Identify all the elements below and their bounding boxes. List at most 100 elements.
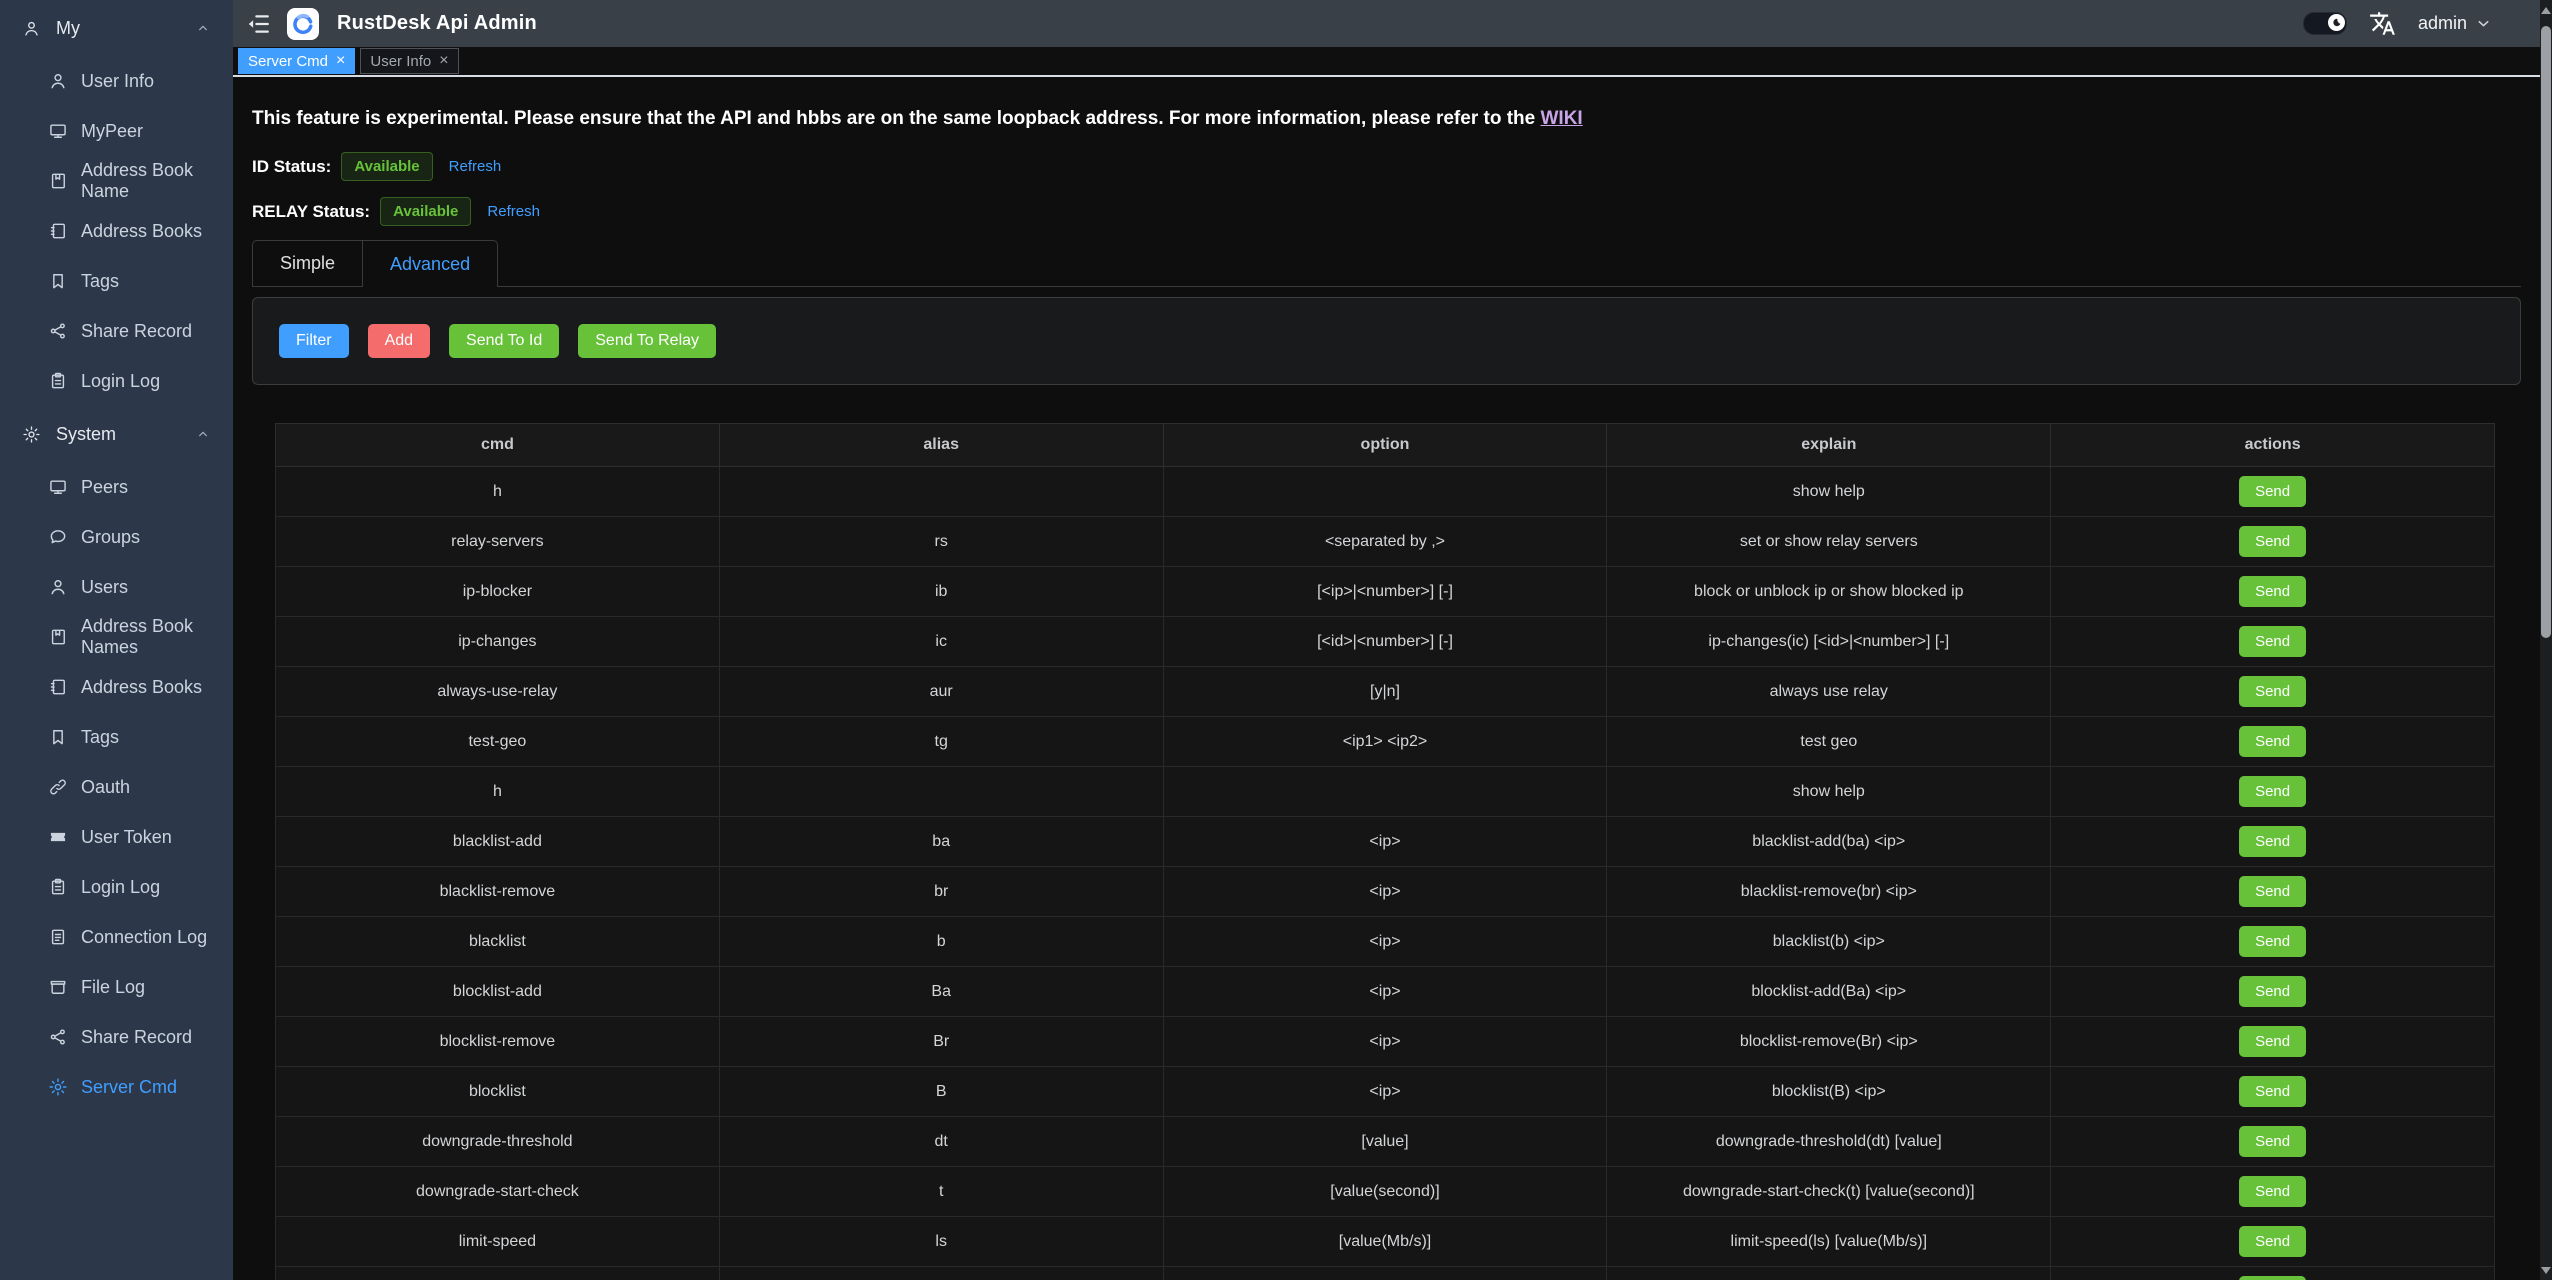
cell-explain: blacklist-remove(br) <ip> bbox=[1607, 867, 2051, 917]
cell-actions: Send bbox=[2051, 1267, 2495, 1280]
cell-explain: blocklist(B) <ip> bbox=[1607, 1067, 2051, 1117]
user-menu[interactable]: admin bbox=[2418, 13, 2492, 34]
sidebar-item-share-record[interactable]: Share Record bbox=[0, 306, 233, 356]
send-button[interactable]: Send bbox=[2239, 476, 2306, 507]
filter-button[interactable]: Filter bbox=[279, 324, 349, 358]
cell-cmd: always-use-relay bbox=[276, 667, 720, 717]
sidebar-item-mypeer[interactable]: MyPeer bbox=[0, 106, 233, 156]
column-header-option: option bbox=[1163, 424, 1607, 467]
tab-server-cmd[interactable]: Server Cmd× bbox=[238, 48, 355, 74]
cell-actions: Send bbox=[2051, 767, 2495, 817]
table-row: hshow helpSend bbox=[276, 767, 2495, 817]
wiki-link[interactable]: WIKI bbox=[1541, 108, 1583, 129]
tab-simple[interactable]: Simple bbox=[252, 240, 363, 286]
tab-advanced[interactable]: Advanced bbox=[363, 240, 498, 287]
relay-status-badge: Available bbox=[380, 197, 471, 226]
table-header-row: cmdaliasoptionexplainactions bbox=[276, 424, 2495, 467]
send-button[interactable]: Send bbox=[2239, 1026, 2306, 1057]
cell-cmd: blocklist-add bbox=[276, 967, 720, 1017]
theme-toggle[interactable] bbox=[2303, 12, 2347, 35]
send-to-id-button[interactable]: Send To Id bbox=[449, 324, 559, 358]
sidebar-item-address-book-names[interactable]: Address Book Names bbox=[0, 612, 233, 662]
send-button[interactable]: Send bbox=[2239, 726, 2306, 757]
cell-actions: Send bbox=[2051, 867, 2495, 917]
id-status-refresh-link[interactable]: Refresh bbox=[449, 158, 502, 175]
send-button[interactable]: Send bbox=[2239, 876, 2306, 907]
id-status-label: ID Status: bbox=[252, 157, 331, 177]
document-icon bbox=[48, 927, 68, 947]
send-button[interactable]: Send bbox=[2239, 1126, 2306, 1157]
vertical-scrollbar[interactable] bbox=[2540, 0, 2552, 1280]
send-button[interactable]: Send bbox=[2239, 626, 2306, 657]
translate-icon[interactable] bbox=[2369, 10, 2396, 37]
send-button[interactable]: Send bbox=[2239, 1276, 2306, 1280]
share-icon bbox=[48, 1027, 68, 1047]
scrollbar-up-button[interactable] bbox=[2540, 2, 2552, 18]
cell-explain: downgrade-threshold(dt) [value] bbox=[1607, 1117, 2051, 1167]
sidebar-item-peers[interactable]: Peers bbox=[0, 462, 233, 512]
cell-alias: ls bbox=[719, 1217, 1163, 1267]
send-button[interactable]: Send bbox=[2239, 826, 2306, 857]
send-button[interactable]: Send bbox=[2239, 976, 2306, 1007]
cell-option: [value(Mb/s)] bbox=[1163, 1267, 1607, 1280]
cell-option: [value(Mb/s)] bbox=[1163, 1217, 1607, 1267]
send-to-relay-button[interactable]: Send To Relay bbox=[578, 324, 716, 358]
sidebar-item-tags[interactable]: Tags bbox=[0, 256, 233, 306]
send-button[interactable]: Send bbox=[2239, 526, 2306, 557]
send-button[interactable]: Send bbox=[2239, 1176, 2306, 1207]
sidebar-item-share-record[interactable]: Share Record bbox=[0, 1012, 233, 1062]
sidebar-item-server-cmd[interactable]: Server Cmd bbox=[0, 1062, 233, 1112]
cell-option bbox=[1163, 467, 1607, 517]
send-button[interactable]: Send bbox=[2239, 676, 2306, 707]
scrollbar-down-button[interactable] bbox=[2540, 1262, 2552, 1278]
cell-option: <separated by ,> bbox=[1163, 517, 1607, 567]
send-button[interactable]: Send bbox=[2239, 1226, 2306, 1257]
table-row: hshow helpSend bbox=[276, 467, 2495, 517]
send-button[interactable]: Send bbox=[2239, 926, 2306, 957]
close-icon[interactable]: × bbox=[336, 53, 345, 69]
cell-alias: ic bbox=[719, 617, 1163, 667]
relay-status-refresh-link[interactable]: Refresh bbox=[487, 203, 540, 220]
sidebar-item-user-token[interactable]: User Token bbox=[0, 812, 233, 862]
sidebar-item-label: User Token bbox=[81, 827, 172, 848]
close-icon[interactable]: × bbox=[439, 53, 448, 69]
add-button[interactable]: Add bbox=[368, 324, 430, 358]
send-button[interactable]: Send bbox=[2239, 1076, 2306, 1107]
sidebar-item-address-books[interactable]: Address Books bbox=[0, 662, 233, 712]
sidebar-item-login-log[interactable]: Login Log bbox=[0, 356, 233, 406]
sidebar-item-label: File Log bbox=[81, 977, 145, 998]
scrollbar-thumb[interactable] bbox=[2541, 26, 2551, 638]
sidebar-item-tags[interactable]: Tags bbox=[0, 712, 233, 762]
cell-alias bbox=[719, 767, 1163, 817]
sidebar-item-address-book-name[interactable]: Address Book Name bbox=[0, 156, 233, 206]
column-header-cmd: cmd bbox=[276, 424, 720, 467]
send-button[interactable]: Send bbox=[2239, 776, 2306, 807]
sidebar-item-oauth[interactable]: Oauth bbox=[0, 762, 233, 812]
sidebar-item-label: Login Log bbox=[81, 877, 160, 898]
cell-explain: blacklist(b) <ip> bbox=[1607, 917, 2051, 967]
sidebar-item-groups[interactable]: Groups bbox=[0, 512, 233, 562]
tab-label: User Info bbox=[370, 53, 431, 70]
sidebar-item-user-info[interactable]: User Info bbox=[0, 56, 233, 106]
header-bar: RustDesk Api Admin admin bbox=[233, 0, 2552, 47]
sidebar-collapse-icon[interactable] bbox=[245, 11, 271, 37]
sidebar-item-connection-log[interactable]: Connection Log bbox=[0, 912, 233, 962]
column-header-alias: alias bbox=[719, 424, 1163, 467]
cell-option: [value(second)] bbox=[1163, 1167, 1607, 1217]
cell-alias: ba bbox=[719, 817, 1163, 867]
command-table: cmdaliasoptionexplainactions hshow helpS… bbox=[275, 423, 2495, 1280]
relay-status-row: RELAY Status: Available Refresh bbox=[252, 197, 2521, 226]
sidebar-item-users[interactable]: Users bbox=[0, 562, 233, 612]
table-row: blocklist-addBa<ip>blocklist-add(Ba) <ip… bbox=[276, 967, 2495, 1017]
table-row: limit-speedls[value(Mb/s)]limit-speed(ls… bbox=[276, 1217, 2495, 1267]
sidebar-item-file-log[interactable]: File Log bbox=[0, 962, 233, 1012]
sidebar-section-system[interactable]: System bbox=[0, 406, 233, 462]
cell-alias: b bbox=[719, 917, 1163, 967]
tab-user-info[interactable]: User Info × bbox=[360, 48, 458, 74]
sidebar-item-login-log[interactable]: Login Log bbox=[0, 862, 233, 912]
sidebar-item-label: Server Cmd bbox=[81, 1077, 177, 1098]
sidebar-item-address-books[interactable]: Address Books bbox=[0, 206, 233, 256]
send-button[interactable]: Send bbox=[2239, 576, 2306, 607]
cell-explain: downgrade-start-check(t) [value(second)] bbox=[1607, 1167, 2051, 1217]
sidebar-section-my[interactable]: My bbox=[0, 0, 233, 56]
